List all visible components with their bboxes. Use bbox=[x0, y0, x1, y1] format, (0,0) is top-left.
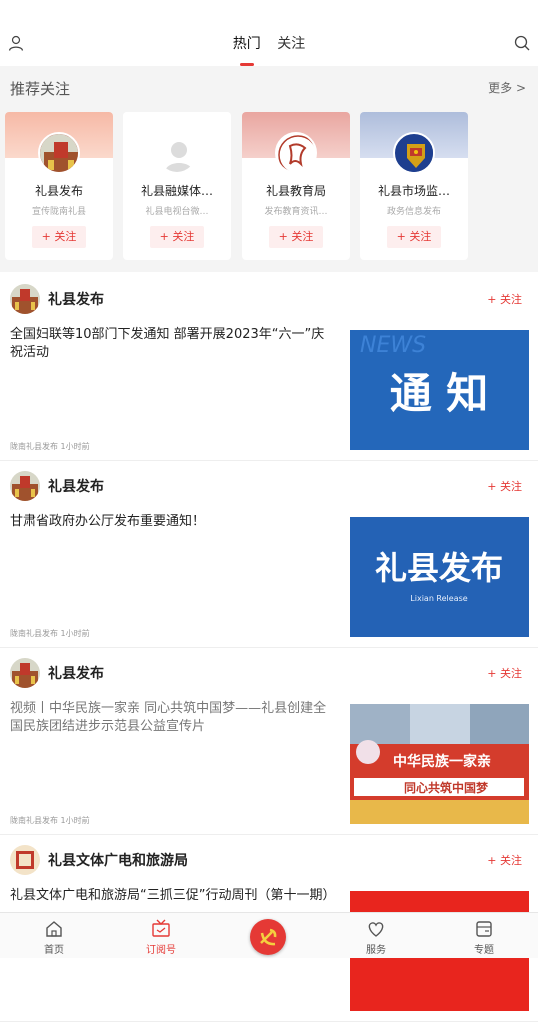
wallet-icon bbox=[476, 921, 492, 937]
avatar bbox=[10, 845, 40, 875]
tab-following[interactable]: 关注 bbox=[277, 33, 305, 53]
article-meta: 陇南礼县发布 1小时前 bbox=[10, 442, 90, 451]
article-title[interactable]: 视频丨中华民族一家亲 同心共筑中国梦——礼县创建全国民族团结进步示范县公益宣传片 bbox=[10, 700, 330, 736]
search-icon[interactable] bbox=[514, 35, 530, 51]
card-desc: 政务信息发布 bbox=[386, 207, 441, 217]
card-desc: 礼县电视台微… bbox=[145, 207, 209, 217]
nav-label: 订阅号 bbox=[146, 945, 176, 956]
follow-button[interactable]: + 关注 bbox=[487, 291, 522, 307]
follow-button[interactable]: + 关注 bbox=[150, 226, 204, 248]
tab-bar: 热门 关注 bbox=[0, 33, 538, 66]
thumbnail-headline: 通 知 bbox=[390, 369, 489, 418]
article-title[interactable]: 甘肃省政府办公厅发布重要通知！ bbox=[10, 513, 330, 531]
follow-button[interactable]: + 关注 bbox=[487, 478, 522, 494]
home-icon bbox=[46, 921, 62, 937]
nav-subscriptions[interactable]: 订阅号 bbox=[131, 919, 191, 956]
nav-topics[interactable]: 专题 bbox=[454, 919, 514, 956]
recommend-card[interactable]: 礼县发布 宣传陇南礼县 + 关注 bbox=[5, 112, 113, 260]
recommend-card[interactable]: 礼县教育局 发布教育资讯… + 关注 bbox=[242, 112, 350, 260]
avatar bbox=[393, 132, 435, 174]
avatar bbox=[10, 658, 40, 688]
feed-item[interactable]: 礼县发布 + 关注 视频丨中华民族一家亲 同心共筑中国梦——礼县创建全国民族团结… bbox=[0, 648, 538, 835]
recommend-card[interactable]: 礼县融媒体… 礼县电视台微… + 关注 bbox=[123, 112, 231, 260]
card-desc: 宣传陇南礼县 bbox=[31, 207, 86, 217]
publisher-name: 礼县文体广电和旅游局 bbox=[48, 853, 188, 869]
recommend-section: 推荐关注 更多 > 礼县发布 宣传陇南礼县 + 关注 礼县融媒体… 礼县电视台微… bbox=[0, 66, 538, 272]
top-bar: 热门 关注 bbox=[0, 0, 538, 66]
nav-home[interactable]: 首页 bbox=[24, 919, 84, 956]
article-title[interactable]: 礼县文体广电和旅游局“三抓三促”行动周刊（第十一期） bbox=[10, 887, 335, 905]
follow-button[interactable]: + 关注 bbox=[32, 226, 86, 248]
card-desc: 发布教育资讯… bbox=[264, 207, 328, 217]
thumbnail-caption: Lixian Release bbox=[410, 594, 467, 603]
follow-button[interactable]: + 关注 bbox=[269, 226, 323, 248]
avatar bbox=[38, 132, 80, 174]
thumbnail-caption: 同心共筑中国梦 bbox=[404, 780, 489, 795]
party-emblem-button[interactable] bbox=[250, 919, 286, 955]
card-name: 礼县融媒体… bbox=[140, 184, 213, 198]
avatar bbox=[275, 132, 317, 174]
article-thumbnail[interactable]: 礼县发布 Lixian Release bbox=[350, 517, 529, 637]
nav-label: 服务 bbox=[366, 945, 386, 956]
article-meta: 陇南礼县发布 1小时前 bbox=[10, 816, 90, 825]
card-name: 礼县教育局 bbox=[265, 184, 326, 198]
nav-label: 专题 bbox=[474, 945, 494, 956]
follow-button[interactable]: + 关注 bbox=[487, 852, 522, 868]
recommend-title: 推荐关注 bbox=[10, 80, 71, 98]
feed-item[interactable]: 礼县发布 + 关注 全国妇联等10部门下发通知 部署开展2023年“六一”庆祝活… bbox=[0, 274, 538, 461]
article-meta: 陇南礼县发布 1小时前 bbox=[10, 629, 90, 638]
tab-hot[interactable]: 热门 bbox=[233, 33, 261, 66]
publisher-name: 礼县发布 bbox=[48, 666, 104, 682]
follow-button[interactable]: + 关注 bbox=[387, 226, 441, 248]
nav-services[interactable]: 服务 bbox=[346, 919, 406, 956]
bottom-nav: 首页 订阅号 服务 专题 bbox=[0, 912, 538, 958]
avatar bbox=[10, 471, 40, 501]
nav-label: 首页 bbox=[44, 945, 64, 956]
article-title[interactable]: 全国妇联等10部门下发通知 部署开展2023年“六一”庆祝活动 bbox=[10, 326, 330, 362]
tv-icon bbox=[152, 919, 170, 937]
more-link[interactable]: 更多 > bbox=[488, 79, 526, 96]
card-name: 礼县发布 bbox=[34, 184, 83, 198]
thumbnail-headline: 礼县发布 bbox=[375, 549, 503, 587]
feed-item[interactable]: 礼县发布 + 关注 甘肃省政府办公厅发布重要通知！ 陇南礼县发布 1小时前 礼县… bbox=[0, 461, 538, 648]
follow-button[interactable]: + 关注 bbox=[487, 665, 522, 681]
party-emblem-icon bbox=[260, 928, 277, 946]
thumbnail-caption: NEWS bbox=[360, 333, 426, 358]
card-name: 礼县市场监… bbox=[377, 184, 450, 198]
article-thumbnail[interactable]: NEWS 通 知 bbox=[350, 330, 529, 450]
article-thumbnail[interactable]: 中华民族一家亲 同心共筑中国梦 bbox=[350, 704, 529, 824]
recommend-card[interactable]: 礼县市场监… 政务信息发布 + 关注 bbox=[360, 112, 468, 260]
avatar bbox=[156, 132, 198, 174]
heart-icon bbox=[368, 922, 384, 937]
publisher-name: 礼县发布 bbox=[48, 479, 104, 495]
avatar bbox=[10, 284, 40, 314]
publisher-name: 礼县发布 bbox=[48, 292, 104, 308]
thumbnail-headline: 中华民族一家亲 bbox=[393, 753, 491, 770]
